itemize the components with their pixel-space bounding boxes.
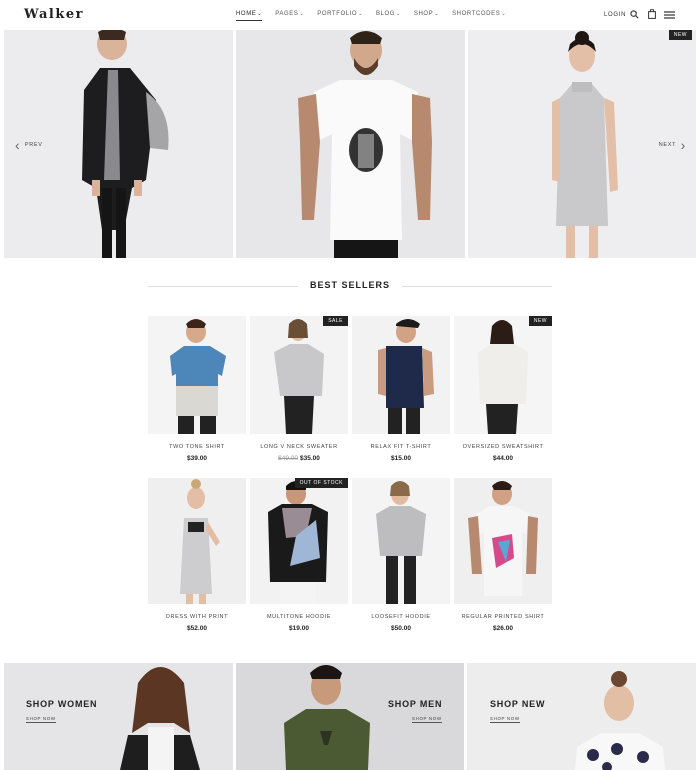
chevron-left-icon: ‹ xyxy=(15,137,21,153)
price-value: $39.00 xyxy=(187,455,207,462)
login-link[interactable]: LOGIN xyxy=(604,12,626,18)
product-card[interactable]: RELAX FIT T-SHIRT $15.00 xyxy=(352,316,450,466)
price-value: $35.00 xyxy=(300,455,320,462)
nav-item-pages[interactable]: PAGES⌄ xyxy=(275,11,304,21)
divider-line xyxy=(148,286,298,287)
banner-title: SHOP NEW xyxy=(490,699,546,709)
prev-label: PREV xyxy=(24,142,43,148)
nav-label: BLOG xyxy=(376,11,396,17)
hero-image-man-tee xyxy=(236,30,465,258)
next-slide-button[interactable]: NEXT › xyxy=(659,138,686,152)
main-nav: HOME⌄ PAGES⌄ PORTFOLIO⌄ BLOG⌄ SHOP⌄ SHOR… xyxy=(236,11,519,21)
nav-item-home[interactable]: HOME⌄ xyxy=(236,11,263,21)
price-value: $52.00 xyxy=(187,625,207,632)
shop-now-link[interactable]: SHOP NOW xyxy=(490,716,520,723)
chevron-down-icon: ⌄ xyxy=(299,11,305,17)
section-title: BEST SELLERS xyxy=(309,280,390,290)
chevron-down-icon: ⌄ xyxy=(501,11,507,17)
product-card[interactable]: DRESS WITH PRINT $52.00 xyxy=(148,478,246,636)
product-card[interactable]: LOOSEFIT HOODIE $50.00 xyxy=(352,478,450,636)
best-sellers-heading: BEST SELLERS xyxy=(148,280,552,294)
price-value: $50.00 xyxy=(391,625,411,632)
product-image[interactable] xyxy=(148,316,246,434)
site-logo[interactable]: Walker xyxy=(24,7,84,22)
chevron-down-icon: ⌄ xyxy=(434,11,440,17)
shop-women-banner[interactable]: SHOP WOMEN SHOP NOW xyxy=(4,663,233,770)
chevron-down-icon: ⌄ xyxy=(257,11,263,17)
out-of-stock-badge: OUT OF STOCK xyxy=(294,478,348,488)
new-badge: NEW xyxy=(668,30,692,40)
shop-now-link[interactable]: SHOP NOW xyxy=(26,716,56,723)
product-image[interactable] xyxy=(250,478,348,604)
product-name[interactable]: DRESS WITH PRINT xyxy=(148,614,246,620)
price-value: $15.00 xyxy=(391,455,411,462)
product-name[interactable]: RELAX FIT T-SHIRT xyxy=(352,444,450,450)
nav-label: SHOP xyxy=(413,11,434,17)
shop-men-banner[interactable]: SHOP MEN SHOP NOW xyxy=(236,663,464,770)
hero-slide-man-tee[interactable] xyxy=(236,30,465,258)
nav-label: PORTFOLIO xyxy=(317,11,358,17)
product-image[interactable] xyxy=(454,478,552,604)
banner-title: SHOP WOMEN xyxy=(26,699,98,709)
nav-item-shop[interactable]: SHOP⌄ xyxy=(414,11,439,21)
product-price: $44.00 xyxy=(454,455,552,462)
product-price: $26.00 xyxy=(454,625,552,632)
product-image[interactable] xyxy=(352,478,450,604)
product-name[interactable]: MULTITONE HOODIE xyxy=(250,614,348,620)
product-card[interactable]: OUT OF STOCK MULTITONE HOODIE $19.00 xyxy=(250,478,348,636)
hamburger-menu-icon[interactable] xyxy=(664,11,675,19)
chevron-right-icon: › xyxy=(680,137,686,153)
product-card[interactable]: SALE LONG V NECK SWEATER $49.00 $35.00 xyxy=(250,316,348,466)
product-image[interactable] xyxy=(352,316,450,434)
chevron-down-icon: ⌄ xyxy=(358,11,363,17)
product-price: $50.00 xyxy=(352,625,450,632)
product-name[interactable]: TWO TONE SHIRT xyxy=(148,444,246,450)
product-image[interactable] xyxy=(250,316,348,434)
nav-item-portfolio[interactable]: PORTFOLIO⌄ xyxy=(317,11,363,21)
product-name[interactable]: OVERSIZED SWEATSHIRT xyxy=(454,444,552,450)
shop-now-link[interactable]: SHOP NOW xyxy=(412,716,442,723)
shopping-bag-icon[interactable] xyxy=(648,9,656,19)
search-icon[interactable] xyxy=(630,10,639,19)
nav-label: SHORTCODES xyxy=(452,11,501,17)
product-card[interactable]: NEW OVERSIZED SWEATSHIRT $44.00 xyxy=(454,316,552,466)
price-value: $19.00 xyxy=(289,625,309,632)
product-name[interactable]: LOOSEFIT HOODIE xyxy=(352,614,450,620)
hero-slide-woman-dress[interactable]: NEW NEXT › xyxy=(468,30,696,258)
product-name[interactable]: REGULAR PRINTED SHIRT xyxy=(454,614,552,620)
divider-line xyxy=(402,286,552,287)
site-header: Walker HOME⌄ PAGES⌄ PORTFOLIO⌄ BLOG⌄ SHO… xyxy=(0,0,700,30)
product-image[interactable] xyxy=(454,316,552,434)
nav-label: PAGES xyxy=(275,11,299,17)
nav-label: HOME xyxy=(236,11,257,17)
product-image[interactable] xyxy=(148,478,246,604)
price-value: $26.00 xyxy=(493,625,513,632)
product-card[interactable]: TWO TONE SHIRT $39.00 xyxy=(148,316,246,466)
banner-title: SHOP MEN xyxy=(388,699,443,709)
product-card[interactable]: REGULAR PRINTED SHIRT $26.00 xyxy=(454,478,552,636)
price-value: $44.00 xyxy=(493,455,513,462)
nav-item-blog[interactable]: BLOG⌄ xyxy=(376,11,401,21)
product-price: $39.00 xyxy=(148,455,246,462)
chevron-down-icon: ⌄ xyxy=(396,11,401,17)
product-price: $52.00 xyxy=(148,625,246,632)
hero-slide-man-jacket[interactable]: ‹ PREV xyxy=(4,30,233,258)
next-label: NEXT xyxy=(658,142,677,148)
sale-badge: SALE xyxy=(323,316,348,326)
prev-slide-button[interactable]: ‹ PREV xyxy=(15,138,43,152)
product-name[interactable]: LONG V NECK SWEATER xyxy=(250,444,348,450)
product-price: $49.00 $35.00 xyxy=(250,455,348,462)
shop-new-banner[interactable]: SHOP NEW SHOP NOW xyxy=(467,663,696,770)
nav-item-shortcodes[interactable]: SHORTCODES⌄ xyxy=(452,11,506,21)
old-price: $49.00 xyxy=(278,455,298,462)
new-badge: NEW xyxy=(528,316,552,326)
product-price: $19.00 xyxy=(250,625,348,632)
hero-slider: ‹ PREV NEW NEXT › xyxy=(4,30,696,258)
product-price: $15.00 xyxy=(352,455,450,462)
